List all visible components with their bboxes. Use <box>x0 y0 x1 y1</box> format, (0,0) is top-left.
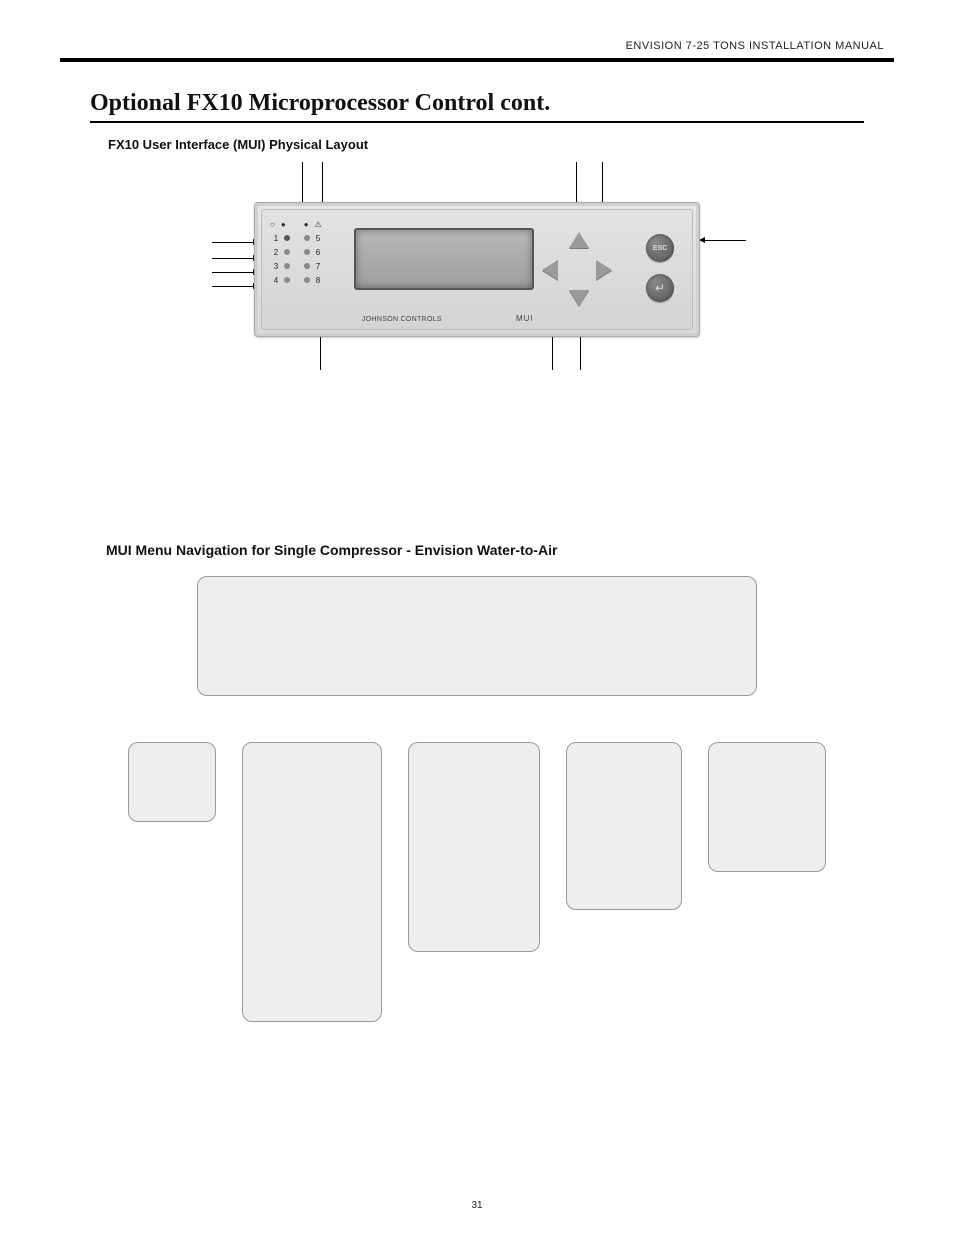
led-label: 8 <box>314 276 322 285</box>
enter-button[interactable]: ↵ <box>646 274 674 302</box>
led-label: 3 <box>272 262 280 271</box>
status-icon: ● <box>281 220 286 229</box>
callout-arrow <box>212 286 258 287</box>
arrow-right-button[interactable] <box>596 260 612 280</box>
led-indicator <box>284 249 290 255</box>
mui-text: MUI <box>516 314 534 323</box>
arrow-down-button[interactable] <box>569 290 589 306</box>
led-indicator <box>284 277 290 283</box>
led-row: 1 5 <box>270 231 322 245</box>
nav-box <box>408 742 540 952</box>
nav-subheading: MUI Menu Navigation for Single Compresso… <box>106 542 894 558</box>
led-indicator <box>284 263 290 269</box>
led-label: 1 <box>272 234 280 243</box>
led-indicator <box>304 277 310 283</box>
lcd-screen <box>354 228 534 290</box>
device-bezel: ○ ● ● ⚠ 1 5 2 <box>261 209 693 330</box>
led-label: 2 <box>272 248 280 257</box>
led-indicator <box>304 249 310 255</box>
led-indicator <box>304 235 310 241</box>
enter-icon: ↵ <box>655 281 665 295</box>
led-row: 4 8 <box>270 273 322 287</box>
led-label: 5 <box>314 234 322 243</box>
led-label: 6 <box>314 248 322 257</box>
led-block: ○ ● ● ⚠ 1 5 2 <box>270 220 322 287</box>
manual-page: ENVISION 7-25 TONS INSTALLATION MANUAL O… <box>0 0 954 1235</box>
warning-icon: ⚠ <box>315 220 322 229</box>
status-icon: ● <box>304 220 309 229</box>
status-icon-row: ○ ● ● ⚠ <box>270 220 322 229</box>
nav-children-row <box>90 742 864 1022</box>
nav-box <box>708 742 826 872</box>
callout-arrow <box>212 242 258 243</box>
brand-label: JOHNSON CONTROLS <box>362 316 442 323</box>
callout-arrow <box>212 258 258 259</box>
esc-button[interactable]: ESC <box>646 234 674 262</box>
header-rule <box>60 58 894 62</box>
led-indicator <box>304 263 310 269</box>
section-title: Optional FX10 Microprocessor Control con… <box>90 90 864 123</box>
led-label: 4 <box>272 276 280 285</box>
nav-box <box>128 742 216 822</box>
led-row: 3 7 <box>270 259 322 273</box>
menu-nav-diagram <box>90 576 864 1022</box>
device-diagram: ○ ● ● ⚠ 1 5 2 <box>242 162 712 382</box>
mui-device: ○ ● ● ⚠ 1 5 2 <box>254 202 700 337</box>
page-number: 31 <box>0 1200 954 1211</box>
dpad <box>540 232 614 306</box>
led-indicator <box>284 235 290 241</box>
status-icon: ○ <box>270 220 275 229</box>
callout-arrow <box>700 240 746 241</box>
arrow-up-button[interactable] <box>569 232 589 248</box>
nav-box <box>566 742 682 910</box>
nav-root-box <box>197 576 757 696</box>
callout-arrow <box>212 272 258 273</box>
led-row: 2 6 <box>270 245 322 259</box>
doc-header-title: ENVISION 7-25 TONS INSTALLATION MANUAL <box>60 40 894 52</box>
arrow-left-button[interactable] <box>542 260 558 280</box>
led-label: 7 <box>314 262 322 271</box>
layout-subheading: FX10 User Interface (MUI) Physical Layou… <box>108 137 894 152</box>
esc-label: ESC <box>653 245 667 252</box>
nav-box <box>242 742 382 1022</box>
